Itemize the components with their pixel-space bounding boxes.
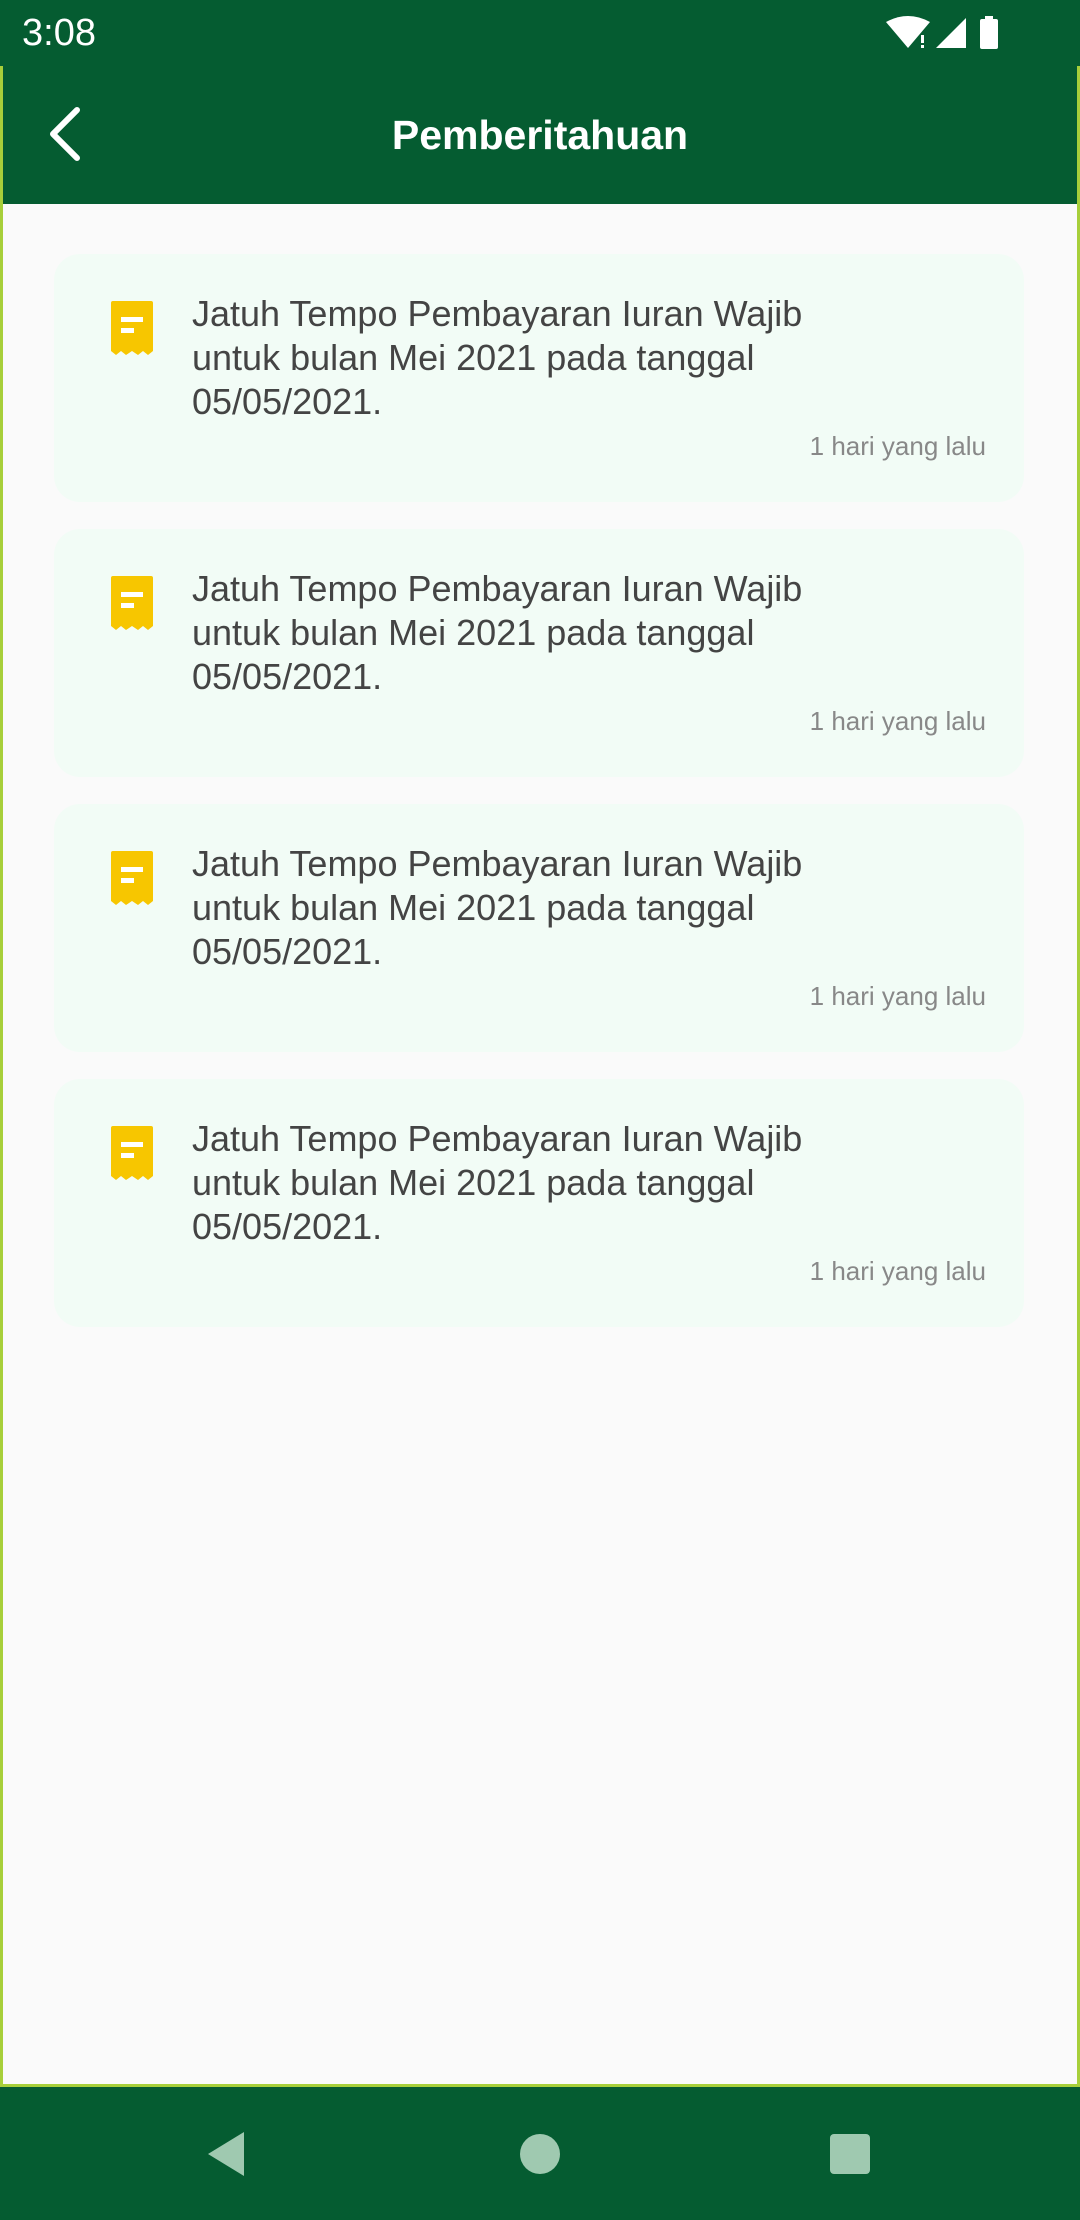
notification-item[interactable]: Jatuh Tempo Pembayaran Iuran Wajib untuk… — [54, 1079, 1024, 1327]
notification-time: 1 hari yang lalu — [809, 1256, 986, 1286]
notification-message: Jatuh Tempo Pembayaran Iuran Wajib untuk… — [192, 293, 803, 422]
receipt-icon — [109, 1124, 155, 1182]
notification-message: Jatuh Tempo Pembayaran Iuran Wajib untuk… — [192, 843, 803, 972]
status-icons — [884, 14, 1004, 54]
notification-message: Jatuh Tempo Pembayaran Iuran Wajib untuk… — [192, 568, 803, 697]
signal-icon — [936, 18, 966, 48]
status-time: 3:08 — [22, 12, 96, 54]
notification-list: Jatuh Tempo Pembayaran Iuran Wajib untuk… — [54, 254, 1024, 1354]
receipt-icon — [109, 299, 155, 357]
notification-item[interactable]: Jatuh Tempo Pembayaran Iuran Wajib untuk… — [54, 804, 1024, 1052]
system-nav-bar — [0, 2087, 1080, 2220]
notification-time: 1 hari yang lalu — [809, 706, 986, 736]
nav-back-button[interactable] — [181, 2109, 271, 2199]
nav-recents-icon — [830, 2134, 870, 2174]
receipt-icon — [109, 849, 155, 907]
status-bar: 3:08 — [0, 0, 1080, 66]
nav-recents-button[interactable] — [805, 2109, 895, 2199]
app-screen: Pemberitahuan Jatuh Tempo Pembayaran Iur… — [0, 66, 1080, 2087]
battery-icon — [980, 16, 998, 49]
page-title: Pemberitahuan — [391, 112, 689, 158]
notification-message: Jatuh Tempo Pembayaran Iuran Wajib untuk… — [192, 1118, 803, 1247]
receipt-icon — [109, 574, 155, 632]
nav-back-icon — [208, 2132, 244, 2176]
app-bar: Pemberitahuan — [3, 66, 1077, 204]
nav-home-button[interactable] — [495, 2109, 585, 2199]
notification-time: 1 hari yang lalu — [809, 431, 986, 461]
notification-item[interactable]: Jatuh Tempo Pembayaran Iuran Wajib untuk… — [54, 254, 1024, 502]
wifi-icon — [886, 16, 930, 48]
notification-time: 1 hari yang lalu — [809, 981, 986, 1011]
notification-item[interactable]: Jatuh Tempo Pembayaran Iuran Wajib untuk… — [54, 529, 1024, 777]
nav-home-icon — [520, 2134, 560, 2174]
